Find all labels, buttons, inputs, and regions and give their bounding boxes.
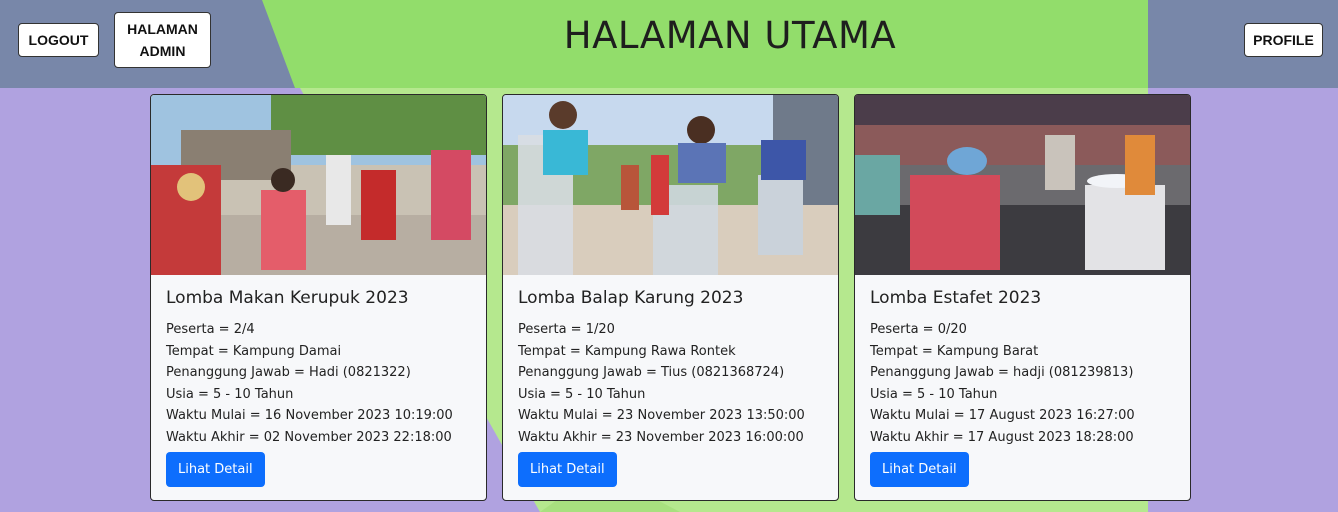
start-time-text: Waktu Mulai = 23 November 2023 13:50:00 [518,408,805,423]
location-text: Tempat = Kampung Rawa Rontek [518,343,736,359]
event-card: Lomba Estafet 2023 Peserta = 0/20 Tempat… [854,94,1191,501]
event-title: Lomba Balap Karung 2023 [518,288,744,308]
start-time-text: Waktu Mulai = 16 November 2023 10:19:00 [166,408,453,423]
photo-sack-race-image [503,95,838,275]
location-text: Tempat = Kampung Damai [166,343,342,359]
event-title: Lomba Makan Kerupuk 2023 [166,288,409,308]
photo-relay-race-image [855,95,1190,275]
location-text: Tempat = Kampung Barat [870,343,1039,359]
end-time-text: Waktu Akhir = 17 August 2023 18:28:00 [870,429,1134,445]
end-time-text: Waktu Akhir = 02 November 2023 22:18:00 [166,429,452,445]
person-in-charge-text: Penanggung Jawab = hadji (081239813) [870,365,1134,380]
participants-text: Peserta = 1/20 [518,322,615,337]
view-detail-button[interactable]: Lihat Detail [518,452,617,487]
event-card: Lomba Balap Karung 2023 Peserta = 1/20 T… [502,94,839,501]
participants-text: Peserta = 0/20 [870,322,967,337]
age-text: Usia = 5 - 10 Tahun [870,386,998,402]
participants-text: Peserta = 2/4 [166,322,255,337]
end-time-text: Waktu Akhir = 23 November 2023 16:00:00 [518,429,804,445]
event-card: Lomba Makan Kerupuk 2023 Peserta = 2/4 T… [150,94,487,501]
logout-button[interactable]: LOGOUT [18,23,99,57]
page-title: HALAMAN UTAMA [563,14,897,57]
view-detail-button[interactable]: Lihat Detail [870,452,969,487]
age-text: Usia = 5 - 10 Tahun [518,386,646,402]
photo-kids-eating-crackers-image [151,95,486,275]
profile-button[interactable]: PROFILE [1244,23,1323,57]
person-in-charge-text: Penanggung Jawab = Tius (0821368724) [518,365,785,380]
age-text: Usia = 5 - 10 Tahun [166,386,294,402]
admin-page-button[interactable]: HALAMAN ADMIN [114,12,211,68]
person-in-charge-text: Penanggung Jawab = Hadi (0821322) [166,365,411,380]
start-time-text: Waktu Mulai = 17 August 2023 16:27:00 [870,408,1135,423]
view-detail-button[interactable]: Lihat Detail [166,452,265,487]
event-title: Lomba Estafet 2023 [870,288,1042,308]
